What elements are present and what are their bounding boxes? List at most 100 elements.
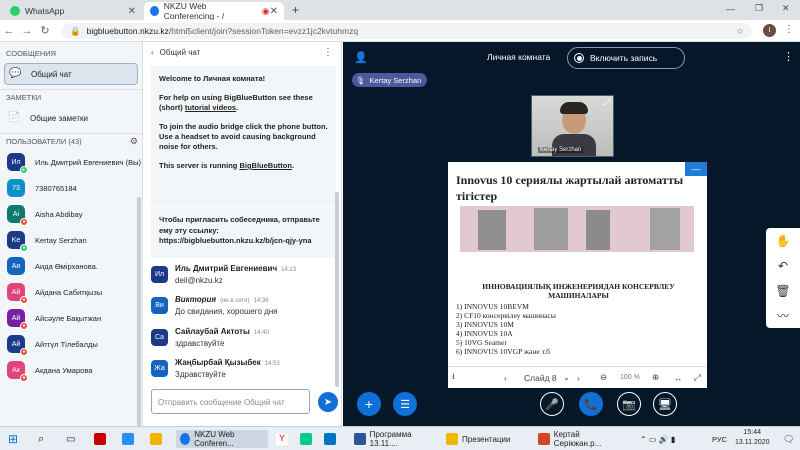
hand-tool-icon[interactable]: ✋: [766, 228, 800, 253]
new-tab-button[interactable]: +: [292, 3, 299, 17]
user-item[interactable]: Ай ● Айтгүл Тілебалды: [0, 331, 142, 357]
add-actions-button[interactable]: +: [357, 392, 381, 416]
mic-icon: ●: [20, 244, 28, 252]
avatar: Ke ●: [7, 231, 28, 252]
search-icon[interactable]: ⌕: [38, 430, 44, 448]
app-icon[interactable]: [94, 430, 110, 448]
mic-icon: 🎙: [356, 75, 366, 85]
muted-mic-icon: ●: [20, 348, 28, 356]
webcam-video[interactable]: ⤢ Kertay Serzhan: [531, 95, 614, 157]
message-text: Здравствуйте: [175, 370, 226, 379]
meeting-area: 👤 Личная комната Включить запись ⋮ 🎙 Ker…: [343, 42, 800, 426]
user-list-toggle-icon[interactable]: 👤: [354, 51, 368, 64]
fit-width-icon[interactable]: ↔: [674, 373, 683, 383]
menu-icon[interactable]: ⋮: [784, 24, 794, 35]
user-item[interactable]: Ай ● Айдана Сабитқызы: [0, 279, 142, 305]
welcome-server: This server is running: [159, 161, 240, 170]
notifications-icon[interactable]: 🗨: [783, 430, 794, 448]
user-item[interactable]: Ай ● Айсәуле Бақытжан: [0, 305, 142, 331]
user-item[interactable]: Ак ● Акдана Умарова: [0, 357, 142, 383]
mail-icon[interactable]: [324, 430, 340, 448]
fullscreen-icon[interactable]: ⤢: [694, 372, 701, 383]
taskbar-powerpoint[interactable]: Кертай Серікжан.р...: [538, 430, 628, 448]
tab-conference[interactable]: NKZU Web Conferencing - / ◉ ✕: [144, 1, 284, 21]
audio-button[interactable]: 📞: [579, 392, 603, 416]
list-item: 1) INNOVUS 10BEVM: [456, 302, 529, 311]
phone-icon: 📞: [584, 398, 598, 411]
screen-share-icon: 🖥: [658, 398, 672, 411]
chat-options-icon[interactable]: ⋮: [323, 47, 333, 58]
shared-notes-item[interactable]: 📄 Общие заметки: [4, 107, 138, 129]
tutorial-link[interactable]: tutorial videos: [185, 103, 236, 112]
language-indicator[interactable]: РУС: [712, 430, 727, 448]
user-name: Иль Дмитрий Евгениевич (Вы): [35, 157, 142, 167]
bbb-link[interactable]: BigBlueButton: [239, 161, 292, 170]
taskbar-folder[interactable]: Презентации: [446, 430, 532, 448]
chat-message-input[interactable]: Отправить сообщение Общий чат: [151, 389, 310, 414]
user-item[interactable]: Ai ● Aisha Abdibay: [0, 201, 142, 227]
close-icon[interactable]: ✕: [128, 6, 136, 17]
avatar: Ви: [151, 297, 168, 314]
close-window-icon[interactable]: ✕: [782, 3, 790, 14]
lock-icon: 🔒: [70, 25, 81, 36]
polls-button[interactable]: ☰: [393, 392, 417, 416]
public-chat-item[interactable]: 💬 Общий чат: [4, 63, 138, 85]
chevron-left-icon[interactable]: ‹: [151, 48, 154, 57]
welcome-audio: To join the audio bridge click the phone…: [159, 122, 328, 151]
taskbar-chrome[interactable]: NKZU Web Conferen...: [176, 430, 268, 448]
chat-scrollbar[interactable]: [335, 192, 339, 387]
avatar: Ай ●: [7, 283, 28, 304]
back-icon[interactable]: ←: [0, 25, 18, 37]
send-button[interactable]: ➤: [318, 392, 338, 412]
next-slide-button[interactable]: ›: [577, 373, 580, 383]
welcome-suffix: !: [262, 74, 266, 83]
machine-image: [534, 208, 568, 250]
yandex-icon[interactable]: Y: [276, 430, 292, 448]
user-list-scrollbar[interactable]: [137, 197, 141, 427]
minimize-icon[interactable]: —: [726, 4, 735, 14]
tab-whatsapp[interactable]: WhatsApp ✕: [4, 2, 142, 20]
screenshare-button[interactable]: 🖥: [653, 392, 677, 416]
user-item[interactable]: Аи Аида Өмірханова.: [0, 253, 142, 279]
options-icon[interactable]: ⋮: [783, 50, 794, 63]
user-item[interactable]: Ke ● Kertay Serzhan: [0, 227, 142, 253]
close-icon[interactable]: ✕: [270, 6, 278, 17]
machine-image: [586, 210, 610, 250]
multi-user-icon[interactable]: 〰: [766, 303, 800, 328]
url-field[interactable]: 🔒 bigbluebutton.nkzu.kz /html5client/joi…: [62, 23, 752, 39]
avatar: Ай ●: [7, 309, 28, 330]
download-icon[interactable]: ⭳: [452, 371, 455, 385]
edge-icon[interactable]: [300, 430, 316, 448]
zoom-out-icon[interactable]: ⊖: [600, 372, 607, 383]
gear-icon[interactable]: ⚙: [130, 136, 138, 147]
mute-button[interactable]: 🎤: [540, 392, 564, 416]
webcam-button[interactable]: 📷: [617, 392, 641, 416]
app-icon[interactable]: [150, 430, 166, 448]
previous-slide-button[interactable]: ‹: [504, 373, 507, 383]
star-icon[interactable]: ☆: [736, 26, 744, 37]
taskbar-label: Программа 13.11....: [369, 430, 412, 448]
zoom-app-icon[interactable]: [122, 430, 138, 448]
avatar: Ai ●: [7, 205, 28, 226]
maximize-icon[interactable]: ❐: [755, 3, 763, 14]
clock[interactable]: 15:44 13.11.2020: [735, 428, 770, 446]
trash-icon[interactable]: 🗑: [766, 278, 800, 303]
fullscreen-icon[interactable]: ⤢: [604, 98, 610, 108]
tray-icons[interactable]: ⌃ ▭ 🔊 ▮: [640, 430, 675, 448]
undo-icon[interactable]: ↶: [766, 253, 800, 278]
windows-start-icon[interactable]: ⊞: [8, 430, 18, 448]
profile-avatar[interactable]: I: [763, 24, 776, 37]
zoom-in-icon[interactable]: ⊕: [652, 372, 659, 383]
taskbar-word[interactable]: Программа 13.11....: [354, 430, 440, 448]
presentation-slide[interactable]: — Innovus 10 сериялы жартылай автоматты …: [448, 162, 707, 388]
user-item[interactable]: 73 7380765184: [0, 175, 142, 201]
address-bar: ← → ↻ 🔒 bigbluebutton.nkzu.kz /html5clie…: [0, 20, 800, 42]
task-view-icon[interactable]: ▭: [66, 430, 75, 448]
slide-selector[interactable]: Слайд 8: [524, 373, 557, 383]
forward-icon[interactable]: →: [18, 25, 36, 37]
user-item[interactable]: Ил ▸ Иль Дмитрий Евгениевич (Вы): [0, 149, 142, 175]
record-button[interactable]: Включить запись: [567, 47, 685, 69]
muted-mic-icon: ●: [20, 322, 28, 330]
avatar-initials: Ай: [11, 314, 21, 322]
reload-icon[interactable]: ↻: [36, 24, 54, 37]
